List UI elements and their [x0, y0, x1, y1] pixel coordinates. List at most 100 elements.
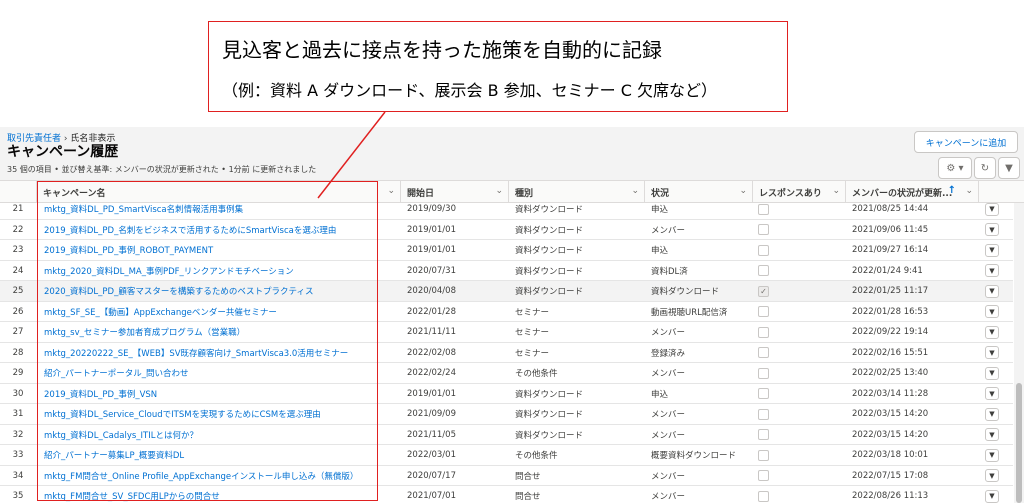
table-row[interactable]: 32 mktg_資料DL_Cadalys_ITILとは何か？ 2021/11/05 資…: [0, 425, 1013, 446]
chevron-down-icon[interactable]: ⌄: [832, 186, 840, 196]
row-actions[interactable]: ▼: [984, 445, 1000, 466]
campaign-name-link[interactable]: mktg_資料DL_Cadalys_ITILとは何か？: [44, 425, 399, 446]
member-status-updated-cell: 2022/01/28 16:53: [852, 306, 929, 317]
table-row[interactable]: 35 mktg_FM問合せ_SV_SFDC用LPからの問合せ 2021/07/01 問…: [0, 486, 1013, 503]
row-actions[interactable]: ▼: [984, 384, 1000, 405]
table-row[interactable]: 22 2019_資料DL_PD_名刺をビジネスで活用するためにSmartVisca…: [0, 220, 1013, 241]
row-action-menu-icon[interactable]: ▼: [985, 325, 999, 339]
row-actions[interactable]: ▼: [984, 466, 1000, 487]
header-member-status-updated[interactable]: メンバーの状況が更新... ↑ ⌄: [846, 181, 979, 203]
row-actions[interactable]: ▼: [984, 343, 1000, 364]
filter-button[interactable]: ▼: [998, 157, 1020, 179]
row-action-menu-icon[interactable]: ▼: [985, 264, 999, 278]
row-action-menu-icon[interactable]: ▼: [985, 407, 999, 421]
row-actions[interactable]: ▼: [984, 425, 1000, 446]
type-cell: 資料ダウンロード: [515, 205, 584, 216]
start-date-cell: 2019/09/30: [407, 204, 456, 215]
add-to-campaign-button[interactable]: キャンペーンに追加: [914, 131, 1018, 153]
row-actions[interactable]: ▼: [984, 302, 1000, 323]
settings-button[interactable]: ⚙ ▾: [938, 157, 972, 179]
responded-cell: ✓: [757, 281, 845, 302]
campaign-name-link[interactable]: mktg_20220222_SE_【WEB】SV既存顧客向け_SmartVisc…: [44, 343, 399, 364]
header-type[interactable]: 種別 ⌄: [509, 181, 645, 203]
table-row[interactable]: 34 mktg_FM問合せ_Online Profile_AppExchangeイ…: [0, 466, 1013, 487]
row-action-menu-icon[interactable]: ▼: [985, 387, 999, 401]
campaign-name-link[interactable]: mktg_FM問合せ_SV_SFDC用LPからの問合せ: [44, 486, 399, 503]
type-cell: 資料ダウンロード: [515, 225, 584, 236]
campaign-name-link[interactable]: 2019_資料DL_PD_名刺をビジネスで活用するためにSmartViscaを選…: [44, 220, 399, 241]
campaign-name-link[interactable]: mktg_sv_セミナー参加者育成プログラム（営業職）: [44, 322, 399, 343]
row-action-menu-icon[interactable]: ▼: [985, 346, 999, 360]
table-row[interactable]: 23 2019_資料DL_PD_事例_ROBOT_PAYMENT 2019/01/0…: [0, 240, 1013, 261]
campaign-name-link[interactable]: mktg_SF_SE_【動画】AppExchangeベンダー共催セミナー: [44, 302, 399, 323]
row-actions[interactable]: ▼: [984, 220, 1000, 241]
table-row[interactable]: 27 mktg_sv_セミナー参加者育成プログラム（営業職） 2021/11/11 セ…: [0, 322, 1013, 343]
member-status-updated-cell: 2022/08/26 11:13: [852, 491, 929, 502]
row-actions[interactable]: ▼: [984, 322, 1000, 343]
table-row[interactable]: 21 mktg_資料DL_PD_SmartVisca名刺情報活用事例集 2019/0…: [0, 203, 1013, 220]
table-row[interactable]: 30 2019_資料DL_PD_事例_VSN 2019/01/01 資料ダウンロード 申…: [0, 384, 1013, 405]
status-cell: メンバー: [651, 328, 686, 339]
row-number: 35: [12, 491, 24, 502]
responded-checkbox: [758, 429, 769, 441]
row-actions[interactable]: ▼: [984, 363, 1000, 384]
responded-cell: [757, 445, 845, 466]
table-row[interactable]: 24 mktg_2020_資料DL_MA_事例PDF_リンクアンドモチベーション 2…: [0, 261, 1013, 282]
campaign-name-link[interactable]: 2019_資料DL_PD_事例_VSN: [44, 384, 399, 405]
row-action-menu-icon[interactable]: ▼: [985, 305, 999, 319]
row-action-menu-icon[interactable]: ▼: [985, 203, 999, 216]
row-actions[interactable]: ▼: [984, 261, 1000, 282]
scrollbar-thumb[interactable]: [1016, 383, 1022, 503]
responded-cell: [757, 302, 845, 323]
header-status[interactable]: 状況 ⌄: [645, 181, 753, 203]
table-row[interactable]: 28 mktg_20220222_SE_【WEB】SV既存顧客向け_SmartVi…: [0, 343, 1013, 364]
row-action-menu-icon[interactable]: ▼: [985, 428, 999, 442]
header-start-date[interactable]: 開始日 ⌄: [401, 181, 509, 203]
responded-cell: [757, 322, 845, 343]
chevron-down-icon[interactable]: ⌄: [495, 186, 503, 196]
header-campaign-name[interactable]: キャンペーン名 ⌄: [37, 181, 401, 203]
responded-checkbox: [758, 470, 769, 482]
status-cell: メンバー: [651, 430, 686, 441]
row-action-menu-icon[interactable]: ▼: [985, 284, 999, 298]
table-row[interactable]: 25 2020_資料DL_PD_顧客マスターを構築するためのベストプラクティス 20…: [0, 281, 1013, 302]
row-action-menu-icon[interactable]: ▼: [985, 223, 999, 237]
campaign-name-link[interactable]: 2020_資料DL_PD_顧客マスターを構築するためのベストプラクティス: [44, 281, 399, 302]
vertical-scrollbar[interactable]: [1014, 203, 1024, 503]
row-action-menu-icon[interactable]: ▼: [985, 243, 999, 257]
responded-checkbox: [758, 347, 769, 359]
sort-ascending-icon[interactable]: ↑: [948, 185, 956, 196]
chevron-down-icon[interactable]: ⌄: [631, 186, 639, 196]
campaign-name-link[interactable]: mktg_資料DL_PD_SmartVisca名刺情報活用事例集: [44, 203, 399, 220]
campaign-name-link[interactable]: mktg_FM問合せ_Online Profile_AppExchangeインス…: [44, 466, 399, 487]
filter-icon: ▼: [1005, 162, 1013, 174]
row-number: 26: [12, 306, 24, 317]
header-row-number: [0, 181, 37, 203]
campaign-name-link[interactable]: 2019_資料DL_PD_事例_ROBOT_PAYMENT: [44, 240, 399, 261]
row-number: 25: [12, 286, 24, 297]
table-row[interactable]: 26 mktg_SF_SE_【動画】AppExchangeベンダー共催セミナー 20…: [0, 302, 1013, 323]
row-action-menu-icon[interactable]: ▼: [985, 366, 999, 380]
callout-line-1: 見込客と過去に接点を持った施策を自動的に記録: [222, 38, 662, 62]
chevron-down-icon[interactable]: ⌄: [387, 186, 395, 196]
refresh-button[interactable]: ↻: [974, 157, 996, 179]
row-actions[interactable]: ▼: [984, 486, 1000, 503]
campaign-name-link[interactable]: mktg_2020_資料DL_MA_事例PDF_リンクアンドモチベーション: [44, 261, 399, 282]
campaign-name-link[interactable]: 紹介_パートナー募集LP_概要資料DL: [44, 445, 399, 466]
row-action-menu-icon[interactable]: ▼: [985, 489, 999, 503]
row-action-menu-icon[interactable]: ▼: [985, 469, 999, 483]
campaign-name-link[interactable]: 紹介_パートナーポータル_問い合わせ: [44, 363, 399, 384]
table-row[interactable]: 33 紹介_パートナー募集LP_概要資料DL 2022/03/01 その他条件 概要資料…: [0, 445, 1013, 466]
chevron-down-icon[interactable]: ⌄: [965, 186, 973, 196]
campaign-name-link[interactable]: mktg_資料DL_Service_CloudでITSMを実現するためにCSMを…: [44, 404, 399, 425]
responded-cell: [757, 363, 845, 384]
table-row[interactable]: 31 mktg_資料DL_Service_CloudでITSMを実現するためにCS…: [0, 404, 1013, 425]
row-actions[interactable]: ▼: [984, 281, 1000, 302]
header-responded[interactable]: レスポンスあり ⌄: [753, 181, 846, 203]
chevron-down-icon[interactable]: ⌄: [739, 186, 747, 196]
row-actions[interactable]: ▼: [984, 404, 1000, 425]
row-actions[interactable]: ▼: [984, 240, 1000, 261]
row-actions[interactable]: ▼: [984, 203, 1000, 220]
row-action-menu-icon[interactable]: ▼: [985, 448, 999, 462]
table-row[interactable]: 29 紹介_パートナーポータル_問い合わせ 2022/02/24 その他条件 メンバー 2…: [0, 363, 1013, 384]
